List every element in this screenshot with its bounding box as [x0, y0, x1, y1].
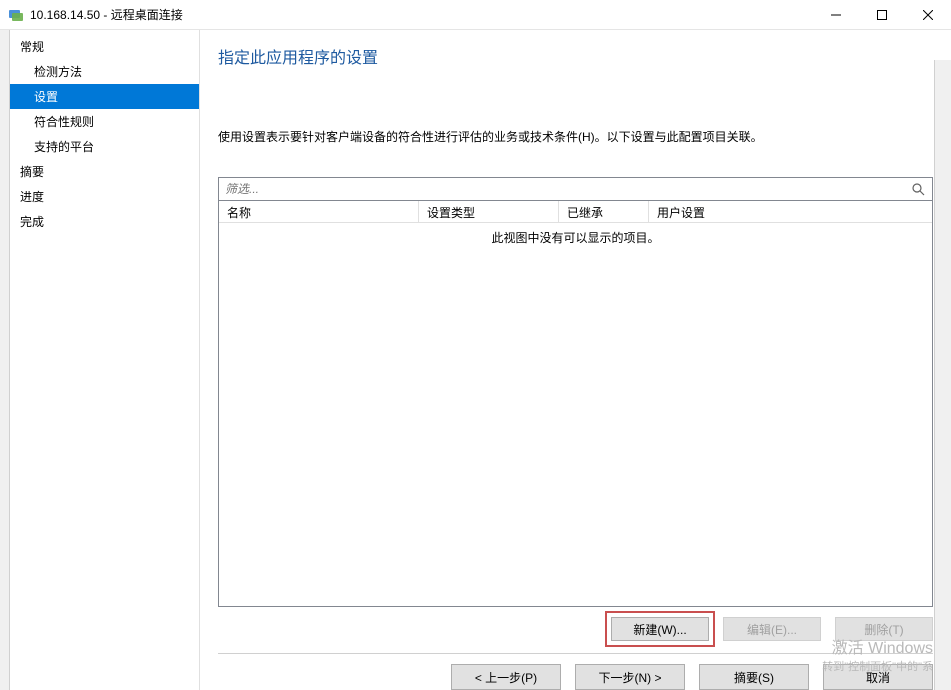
- table-empty-message: 此视图中没有可以显示的项目。: [219, 223, 932, 252]
- next-button[interactable]: 下一步(N) >: [575, 664, 685, 690]
- sidebar-item-compliance[interactable]: 符合性规则: [10, 109, 199, 134]
- sidebar-item-platforms[interactable]: 支持的平台: [10, 134, 199, 159]
- edit-button: 编辑(E)...: [723, 617, 821, 641]
- search-icon[interactable]: [910, 181, 926, 197]
- new-button[interactable]: 新建(W)...: [611, 617, 709, 641]
- minimize-button[interactable]: [813, 0, 859, 30]
- prev-button[interactable]: < 上一步(P): [451, 664, 561, 690]
- column-name[interactable]: 名称: [219, 201, 419, 223]
- delete-button: 删除(T): [835, 617, 933, 641]
- wizard-buttons: < 上一步(P) 下一步(N) > 摘要(S) 取消: [218, 654, 933, 690]
- wizard-sidebar: 常规 检测方法 设置 符合性规则 支持的平台 摘要 进度 完成: [10, 30, 200, 690]
- column-user[interactable]: 用户设置: [649, 201, 932, 223]
- filter-input[interactable]: [225, 182, 910, 196]
- content-pane: 指定此应用程序的设置 使用设置表示要针对客户端设备的符合性进行评估的业务或技术条…: [200, 30, 951, 690]
- sidebar-item-settings[interactable]: 设置: [10, 84, 199, 109]
- sidebar-group-complete[interactable]: 完成: [10, 209, 199, 234]
- sidebar-group-summary[interactable]: 摘要: [10, 159, 199, 184]
- left-edge-fragment: [0, 30, 10, 690]
- page-description: 使用设置表示要针对客户端设备的符合性进行评估的业务或技术条件(H)。以下设置与此…: [218, 128, 933, 145]
- summary-button[interactable]: 摘要(S): [699, 664, 809, 690]
- sidebar-item-detection[interactable]: 检测方法: [10, 59, 199, 84]
- new-button-highlight: 新建(W)...: [605, 611, 715, 647]
- settings-table: 名称 设置类型 已继承 用户设置 此视图中没有可以显示的项目。: [218, 201, 933, 607]
- page-title: 指定此应用程序的设置: [218, 44, 933, 68]
- right-scrollbar-area[interactable]: [934, 60, 951, 690]
- cancel-button[interactable]: 取消: [823, 664, 933, 690]
- maximize-button[interactable]: [859, 0, 905, 30]
- rdp-icon: [8, 7, 24, 23]
- table-header: 名称 设置类型 已继承 用户设置: [219, 201, 932, 223]
- sidebar-group-progress[interactable]: 进度: [10, 184, 199, 209]
- close-button[interactable]: [905, 0, 951, 30]
- sidebar-group-general[interactable]: 常规: [10, 34, 199, 59]
- window-controls: [813, 0, 951, 30]
- titlebar: 10.168.14.50 - 远程桌面连接: [0, 0, 951, 30]
- column-inherited[interactable]: 已继承: [559, 201, 649, 223]
- window-title: 10.168.14.50 - 远程桌面连接: [30, 6, 813, 23]
- filter-box: [218, 177, 933, 201]
- action-buttons: 新建(W)... 编辑(E)... 删除(T): [218, 607, 933, 653]
- column-type[interactable]: 设置类型: [419, 201, 559, 223]
